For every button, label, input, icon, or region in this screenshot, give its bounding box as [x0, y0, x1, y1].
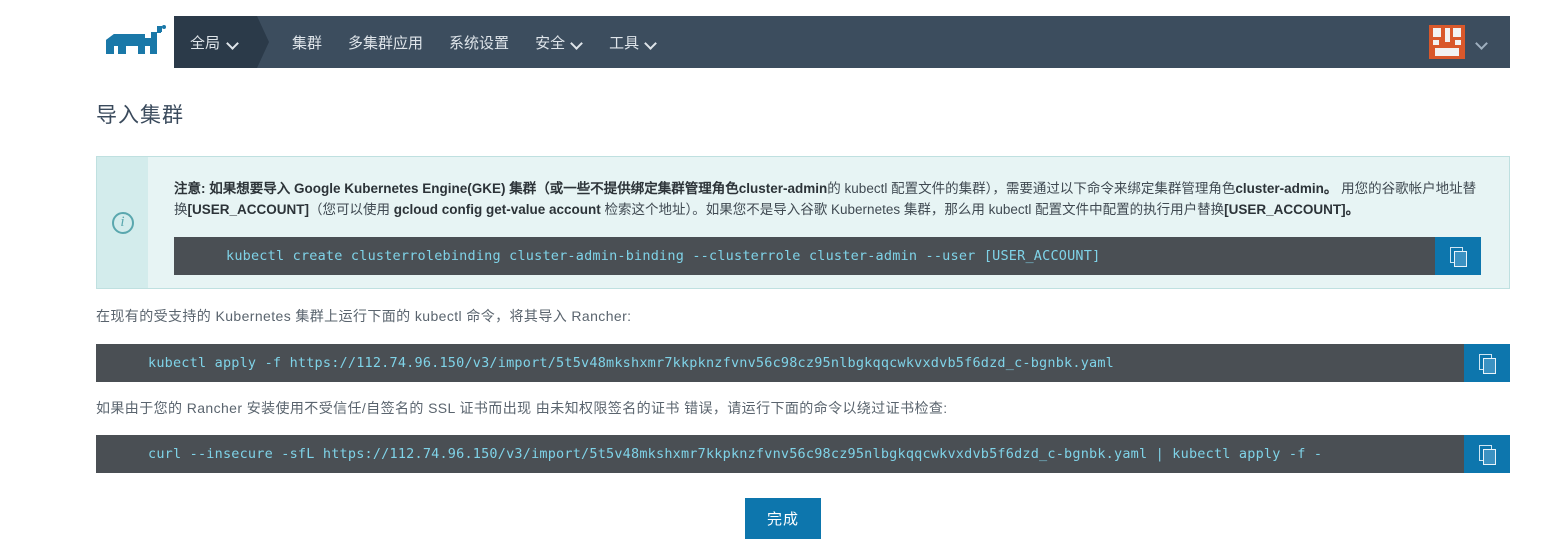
- info-circle-icon: i: [111, 211, 134, 234]
- chevron-down-icon: [228, 39, 239, 46]
- insecure-command-text[interactable]: curl --insecure -sfL https://112.74.96.1…: [96, 435, 1464, 473]
- notice-bold-user-account-2: [USER_ACCOUNT]。: [1224, 201, 1360, 217]
- notice-line1-mid: 的 kubectl 配置文件的集群），需要通过以下命令来绑定集群管理角色: [827, 181, 1236, 196]
- notice-line1-pre: 注意: 如果想要导入 Google Kubernetes Engine(GKE)…: [174, 181, 739, 196]
- notice-bold-user-account-1: [USER_ACCOUNT]: [187, 201, 310, 217]
- nav-item-label: 工具: [609, 34, 640, 52]
- chevron-down-icon: [572, 39, 583, 46]
- copy-button-insecure[interactable]: [1464, 435, 1510, 473]
- nav-item-label: 多集群应用: [348, 34, 424, 52]
- copy-button-import[interactable]: [1464, 344, 1510, 382]
- copy-icon: [1479, 445, 1496, 465]
- notice-body: 注意: 如果想要导入 Google Kubernetes Engine(GKE)…: [148, 157, 1509, 288]
- copy-button-notice[interactable]: [1435, 236, 1481, 275]
- nav-item-system-settings[interactable]: 系统设置: [436, 16, 522, 68]
- import-command-text[interactable]: kubectl apply -f https://112.74.96.150/v…: [96, 344, 1464, 382]
- notice-bold-gcloud-cmd: gcloud config get-value account: [393, 201, 601, 217]
- nav-item-label: 安全: [535, 34, 566, 52]
- insecure-command-row: curl --insecure -sfL https://112.74.96.1…: [96, 435, 1510, 473]
- chevron-down-icon: [646, 39, 657, 46]
- notice-line2-mid: 检索这个地址）。如果您不是导入谷歌 Kubernetes 集群，那么用 kube…: [600, 201, 1225, 217]
- instruction-paragraph-2: 如果由于您的 Rancher 安装使用不受信任/自签名的 SSL 证书而出现 由…: [96, 400, 948, 416]
- nav-item-multicluster-apps[interactable]: 多集群应用: [335, 16, 436, 68]
- notice-icon-column: i: [97, 157, 148, 288]
- notice-bold-cluster-admin-2: cluster-admin。: [1235, 181, 1338, 196]
- nav-menu: 集群 多集群应用 系统设置 安全 工具: [257, 16, 1429, 68]
- notice-banner: i 注意: 如果想要导入 Google Kubernetes Engine(GK…: [96, 156, 1510, 289]
- nav-user-area: [1429, 16, 1510, 68]
- page-title: 导入集群: [96, 104, 184, 127]
- notice-text: 注意: 如果想要导入 Google Kubernetes Engine(GKE)…: [174, 179, 1481, 221]
- finish-button[interactable]: 完成: [744, 498, 821, 539]
- nav-item-label: 集群: [292, 34, 323, 52]
- notice-command-text[interactable]: kubectl create clusterrolebinding cluste…: [174, 236, 1435, 275]
- nav-scope-label: 全局: [190, 34, 221, 52]
- nav-item-label: 系统设置: [449, 34, 510, 52]
- copy-icon: [1450, 246, 1467, 267]
- notice-command-row: kubectl create clusterrolebinding cluste…: [174, 236, 1481, 275]
- nav-item-tools[interactable]: 工具: [596, 16, 670, 68]
- chevron-down-icon[interactable]: [1477, 39, 1488, 46]
- rancher-cow-logo: [106, 25, 166, 54]
- nav-item-clusters[interactable]: 集群: [279, 16, 335, 68]
- nav-scope-selector[interactable]: 全局: [174, 16, 270, 68]
- avatar[interactable]: [1429, 25, 1465, 59]
- top-navbar: 全局 集群 多集群应用 系统设置 安全 工具: [96, 16, 1510, 68]
- notice-line1-tail: （您可以使用: [309, 201, 394, 217]
- notice-bold-cluster-admin-1: cluster-admin: [738, 181, 828, 196]
- import-command-row: kubectl apply -f https://112.74.96.150/v…: [96, 344, 1510, 382]
- instruction-paragraph-1: 在现有的受支持的 Kubernetes 集群上运行下面的 kubectl 命令，…: [96, 308, 632, 324]
- copy-icon: [1479, 354, 1496, 374]
- nav-item-security[interactable]: 安全: [522, 16, 596, 68]
- footer-actions: 完成: [0, 498, 1566, 539]
- rancher-logo[interactable]: [96, 16, 174, 68]
